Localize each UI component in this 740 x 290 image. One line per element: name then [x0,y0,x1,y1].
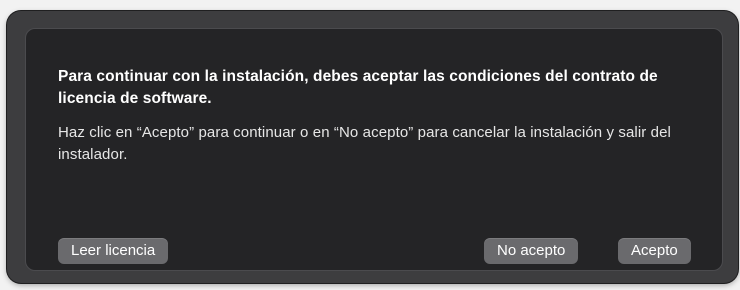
message-area: Para continuar con la instalación, debes… [58,66,698,166]
installer-window: Para continuar con la instalación, debes… [7,11,738,283]
read-license-button[interactable]: Leer licencia [58,238,169,264]
decline-button[interactable]: No acepto [484,238,579,264]
license-headline: Para continuar con la instalación, debes… [58,68,658,107]
accept-button[interactable]: Acepto [618,238,691,264]
license-agreement-sheet: Para continuar con la instalación, debes… [25,28,723,271]
license-instructions: Haz clic en “Acepto” para continuar o en… [58,124,671,163]
